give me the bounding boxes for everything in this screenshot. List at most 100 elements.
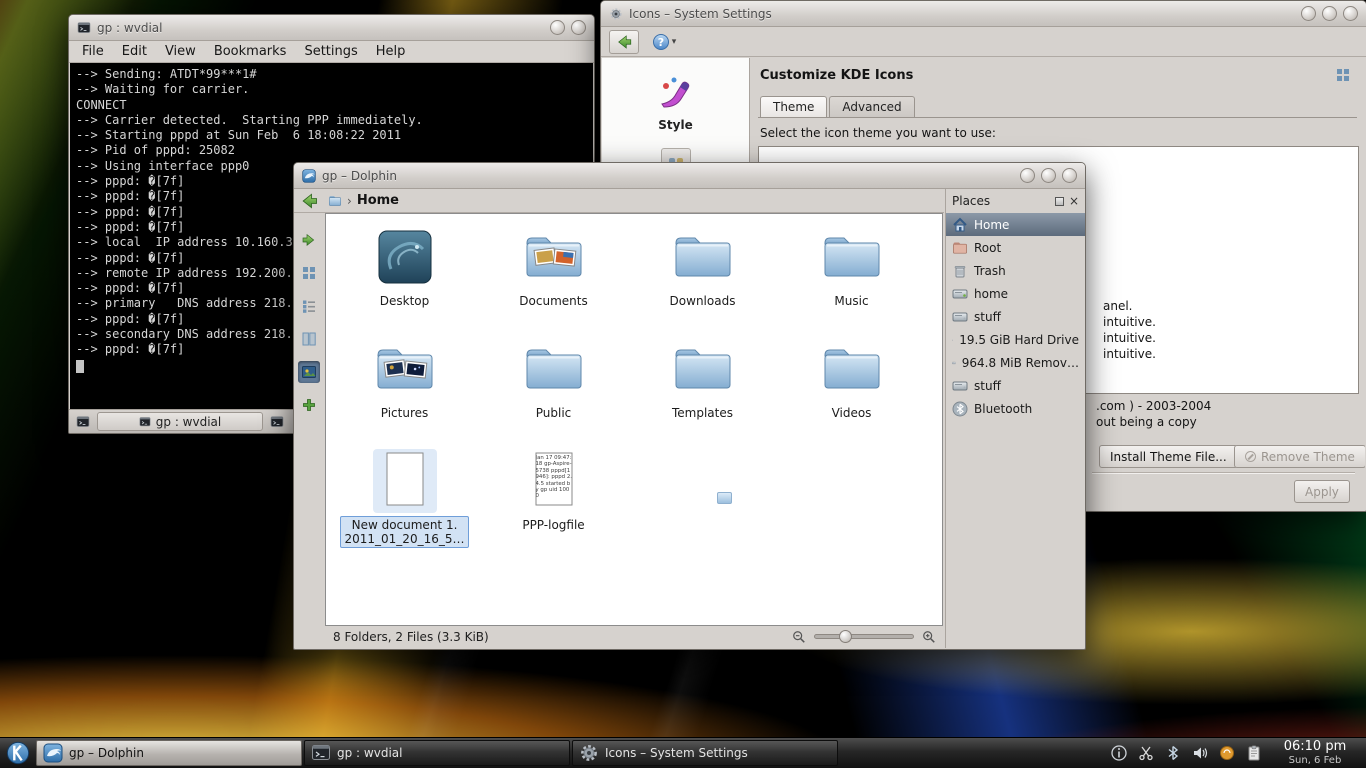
file-icon-glyph [820, 337, 884, 401]
item-music[interactable]: Music [777, 220, 926, 332]
close-tab-icon[interactable] [267, 412, 287, 431]
breadcrumb-separator: › [347, 194, 352, 208]
tool-icon [301, 298, 317, 314]
minimize-button[interactable] [1301, 6, 1316, 21]
file-label: Desktop [375, 292, 435, 310]
terminal-tab[interactable]: gp : wvdial [97, 412, 263, 431]
place-home[interactable]: Home [946, 213, 1085, 236]
file-icon [522, 225, 586, 289]
settings-heading: Customize KDE Icons [760, 68, 913, 83]
system-tray [1105, 744, 1268, 762]
place-root[interactable]: Root [946, 236, 1085, 259]
item-public[interactable]: Public [479, 332, 628, 444]
task-konsole[interactable]: gp : wvdial [304, 740, 570, 766]
install-theme-button[interactable]: Install Theme File... [1099, 445, 1238, 468]
minimize-button[interactable] [1020, 168, 1035, 183]
close-panel-icon[interactable]: × [1069, 195, 1079, 207]
preview-button[interactable] [298, 361, 320, 383]
settings-tabs: ThemeAdvanced [758, 95, 1357, 118]
klipper-icon[interactable] [1137, 744, 1155, 762]
tool-icon [301, 331, 317, 347]
close-button[interactable] [1062, 168, 1077, 183]
maximize-button[interactable] [1041, 168, 1056, 183]
places-list: Home Root Trash home stuff [946, 213, 1085, 420]
task-systemsettings[interactable]: Icons – System Settings [572, 740, 838, 766]
clipboard-icon[interactable] [1245, 744, 1263, 762]
menu-item[interactable]: Help [367, 44, 415, 59]
settings-titlebar[interactable]: Icons – System Settings [601, 1, 1366, 27]
place-icon [952, 401, 968, 417]
remove-theme-button[interactable]: Remove Theme [1234, 445, 1365, 468]
place-home-partition[interactable]: home [946, 282, 1085, 305]
menu-item[interactable]: View [156, 44, 205, 59]
task-dolphin[interactable]: gp – Dolphin [36, 740, 302, 766]
menu-item[interactable]: File [73, 44, 113, 59]
maximize-button[interactable] [1322, 6, 1337, 21]
item-templates[interactable]: Templates [628, 332, 777, 444]
menu-item[interactable]: Bookmarks [205, 44, 296, 59]
menu-item[interactable]: Settings [295, 44, 366, 59]
columns-view-button[interactable] [298, 328, 320, 350]
item-new-document[interactable]: New document 1. 2011_01_20_16_5… [330, 444, 479, 556]
file-icon-glyph [522, 225, 586, 289]
place-bluetooth[interactable]: Bluetooth [946, 397, 1085, 420]
item-ppp-logfile[interactable]: Jan 17 09:47:18 gp-Aspire-5738 pppd[1946… [479, 444, 628, 556]
tab-advanced[interactable]: Advanced [829, 96, 914, 117]
notifications-icon[interactable] [1110, 744, 1128, 762]
task-list: gp – Dolphin gp : wvdial Icons – System … [36, 740, 838, 766]
clock[interactable]: 06:10 pm Sun, 6 Feb [1271, 740, 1359, 766]
split-view-button[interactable] [298, 394, 320, 416]
minimize-button[interactable] [550, 20, 565, 35]
overview-grid-icon[interactable] [1335, 67, 1351, 83]
zoom-slider-handle[interactable] [839, 630, 852, 643]
place-icon [952, 309, 968, 325]
forward-button[interactable] [298, 229, 320, 251]
file-icon [820, 225, 884, 289]
maximize-button[interactable] [571, 20, 586, 35]
place-removable[interactable]: 964.8 MiB Remov… [946, 351, 1085, 374]
file-label: Music [829, 292, 873, 310]
item-desktop[interactable]: Desktop [330, 220, 479, 332]
breadcrumb-root-icon[interactable] [328, 194, 342, 208]
dolphin-titlebar[interactable]: gp – Dolphin [294, 163, 1085, 189]
style-category-label[interactable]: Style [658, 118, 692, 132]
tab-theme[interactable]: Theme [760, 96, 827, 117]
zoom-out-icon[interactable] [792, 630, 806, 644]
updates-icon[interactable] [1218, 744, 1236, 762]
help-button[interactable]: ▾ [649, 30, 679, 54]
item-documents[interactable]: Documents [479, 220, 628, 332]
place-trash[interactable]: Trash [946, 259, 1085, 282]
item-videos[interactable]: Videos [777, 332, 926, 444]
place-stuff-2[interactable]: stuff [946, 374, 1085, 397]
back-button[interactable] [609, 30, 639, 54]
volume-icon[interactable] [1191, 744, 1209, 762]
file-icon-glyph [820, 225, 884, 289]
place-stuff-1[interactable]: stuff [946, 305, 1085, 328]
places-panel: Places × Home Root Trash [945, 189, 1085, 648]
details-view-button[interactable] [298, 295, 320, 317]
item-downloads[interactable]: Downloads [628, 220, 777, 332]
menu-item[interactable]: Edit [113, 44, 156, 59]
zoom-in-icon[interactable] [922, 630, 936, 644]
separator [1092, 472, 1355, 474]
new-tab-icon[interactable] [73, 412, 93, 431]
clock-date: Sun, 6 Feb [1271, 755, 1359, 767]
breadcrumb-home[interactable]: Home [357, 193, 399, 208]
back-button[interactable] [299, 191, 319, 211]
close-button[interactable] [1343, 6, 1358, 21]
item-pictures[interactable]: Pictures [330, 332, 479, 444]
desktop: gp : wvdial FileEditViewBookmarksSetting… [0, 0, 1366, 768]
apply-button[interactable]: Apply [1294, 480, 1350, 503]
icons-view-button[interactable] [298, 262, 320, 284]
license-fragment: .com ) - 2003-2004 [1096, 398, 1211, 414]
place-hard-drive[interactable]: 19.5 GiB Hard Drive [946, 328, 1085, 351]
bluetooth-icon[interactable] [1164, 744, 1182, 762]
detach-panel-icon[interactable] [1055, 197, 1064, 206]
zoom-slider[interactable] [814, 634, 914, 639]
style-category-icon[interactable] [656, 72, 696, 112]
file-icon-glyph [671, 225, 735, 289]
terminal-line: --> Starting pppd at Sun Feb 6 18:08:22 … [76, 128, 587, 143]
settings-toolbar: ▾ [601, 27, 1366, 57]
kde-menu-button[interactable] [3, 740, 33, 767]
terminal-titlebar[interactable]: gp : wvdial [69, 15, 594, 41]
